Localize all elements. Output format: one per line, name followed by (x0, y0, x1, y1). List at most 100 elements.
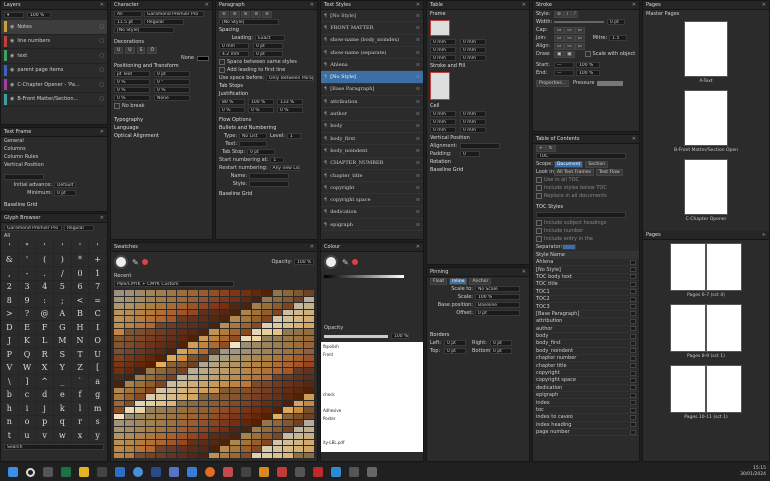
swatch-cell[interactable] (272, 439, 283, 445)
swatch-cell[interactable] (166, 361, 177, 367)
swatch-cell[interactable] (230, 309, 240, 315)
swatch-cell[interactable] (114, 290, 124, 296)
swatch-cell[interactable] (230, 355, 240, 361)
lock-icon[interactable]: ▢ (99, 38, 104, 44)
swatch-cell[interactable] (240, 413, 251, 419)
swatch-cell[interactable] (177, 316, 188, 322)
swatch-cell[interactable] (166, 342, 177, 348)
glyph-cell[interactable]: ' (53, 240, 72, 254)
swatch-cell[interactable] (135, 368, 145, 374)
swatch-cell[interactable] (145, 400, 156, 406)
swatch-cell[interactable] (304, 368, 314, 374)
close-icon[interactable]: ✕ (632, 2, 636, 8)
scope-section-button[interactable]: Section (585, 160, 609, 168)
swatch-cell[interactable] (135, 361, 145, 367)
cell-size-input[interactable]: 0 mm (460, 111, 486, 117)
swatch-cell[interactable] (262, 290, 272, 296)
swatch-cell[interactable] (166, 322, 177, 328)
swatch-cell[interactable] (219, 316, 230, 322)
swatch-cell[interactable] (198, 387, 209, 393)
swatch-cell[interactable] (177, 381, 188, 387)
borders-section[interactable]: Borders (430, 332, 449, 338)
swatch-cell[interactable] (251, 374, 262, 380)
swatch-cell[interactable] (230, 335, 240, 341)
swatch-cell[interactable] (251, 387, 262, 393)
swatch-cell[interactable] (135, 303, 145, 309)
swatch-cell[interactable] (135, 296, 145, 302)
swatch-cell[interactable] (240, 342, 251, 348)
border-bottom-input[interactable]: 0 pt (490, 348, 512, 354)
all-text-frames-button[interactable]: All Text Frames (554, 168, 594, 176)
menu-icon[interactable]: ≡ (416, 222, 420, 228)
app-icon[interactable] (97, 467, 107, 477)
swatch-cell[interactable] (304, 394, 314, 400)
properties-button[interactable]: Properties... (536, 79, 570, 87)
swatch-cell[interactable] (272, 452, 283, 458)
toc-style-row[interactable]: TOC2 (533, 296, 639, 304)
glyph-cell[interactable]: 5 (53, 280, 72, 294)
swatch-cell[interactable] (262, 433, 272, 439)
toc-style-level[interactable] (630, 429, 636, 435)
swatch-cell[interactable] (240, 348, 251, 354)
swatch-cell[interactable] (135, 420, 145, 426)
glyph-cell[interactable]: = (89, 294, 107, 308)
swatch-cell[interactable] (219, 420, 230, 426)
start-arrow-select[interactable]: — (554, 62, 574, 68)
swatch-cell[interactable] (283, 394, 293, 400)
swatch-cell[interactable] (156, 290, 166, 296)
lock-icon[interactable]: ▢ (99, 53, 104, 59)
toc-style-level[interactable] (630, 348, 636, 354)
swatch-cell[interactable] (283, 420, 293, 426)
swatch-cell[interactable] (177, 439, 188, 445)
language-section[interactable]: Language (114, 125, 139, 131)
swatch-cell[interactable] (177, 426, 188, 432)
cell-size-input[interactable]: 0 mm (460, 119, 486, 125)
swatch-cell[interactable] (283, 342, 293, 348)
text-style-item[interactable]: ¶ chapter_title ≡ (321, 170, 423, 183)
justification-section[interactable]: Justification (219, 91, 248, 97)
swatch-cell[interactable] (293, 296, 304, 302)
text-style-item[interactable]: ¶ [No Style] ≡ (321, 10, 423, 23)
checkbox-icon[interactable] (536, 220, 542, 226)
glyph-cell[interactable]: l (71, 402, 90, 416)
glyph-cell[interactable]: ' (89, 240, 107, 254)
swatch-cell[interactable] (209, 290, 219, 296)
swatch-cell[interactable] (188, 394, 198, 400)
toc-select[interactable]: TOC (536, 153, 626, 159)
swatch-cell[interactable] (240, 374, 251, 380)
swatch-cell[interactable] (209, 368, 219, 374)
cell-section[interactable]: Cell (430, 103, 439, 109)
swatch-cell[interactable] (304, 387, 314, 393)
table-baseline-section[interactable]: Baseline Grid (430, 167, 463, 173)
glyph-cell[interactable]: & (1, 253, 19, 267)
swatch-cell[interactable] (156, 426, 166, 432)
swatch-cell[interactable] (114, 309, 124, 315)
swatch-cell[interactable] (219, 394, 230, 400)
swatch-cell[interactable] (135, 394, 145, 400)
toc-style-level[interactable] (630, 274, 636, 280)
swatch-cell[interactable] (156, 322, 166, 328)
frame-section[interactable]: Frame (430, 11, 446, 17)
toc-style-row[interactable]: body_first (533, 340, 639, 348)
swatch-cell[interactable] (198, 290, 209, 296)
swatch-cell[interactable] (177, 413, 188, 419)
swatch-cell[interactable] (219, 309, 230, 315)
swatch-cell[interactable] (262, 413, 272, 419)
swatch-cell[interactable] (124, 426, 135, 432)
swatch-cell[interactable] (262, 446, 272, 452)
glyph-cell[interactable]: I (89, 321, 107, 335)
cell-size-input[interactable]: 0 mm (460, 127, 486, 133)
border-right-input[interactable]: 0 pt (490, 340, 512, 346)
app-icon[interactable] (277, 467, 287, 477)
search-icon[interactable] (26, 467, 35, 477)
swatch-cell[interactable] (251, 439, 262, 445)
swatch-cell[interactable] (251, 446, 262, 452)
minimum-input[interactable]: 0 pt (54, 190, 76, 196)
swatch-cell[interactable] (145, 348, 156, 354)
app-icon[interactable] (241, 467, 251, 477)
swatch-cell[interactable] (251, 348, 262, 354)
close-icon[interactable]: ✕ (100, 129, 104, 135)
swatch-cell[interactable] (262, 342, 272, 348)
checkbox-icon[interactable] (536, 177, 542, 183)
positioning-input[interactable]: pt Text (114, 71, 150, 77)
